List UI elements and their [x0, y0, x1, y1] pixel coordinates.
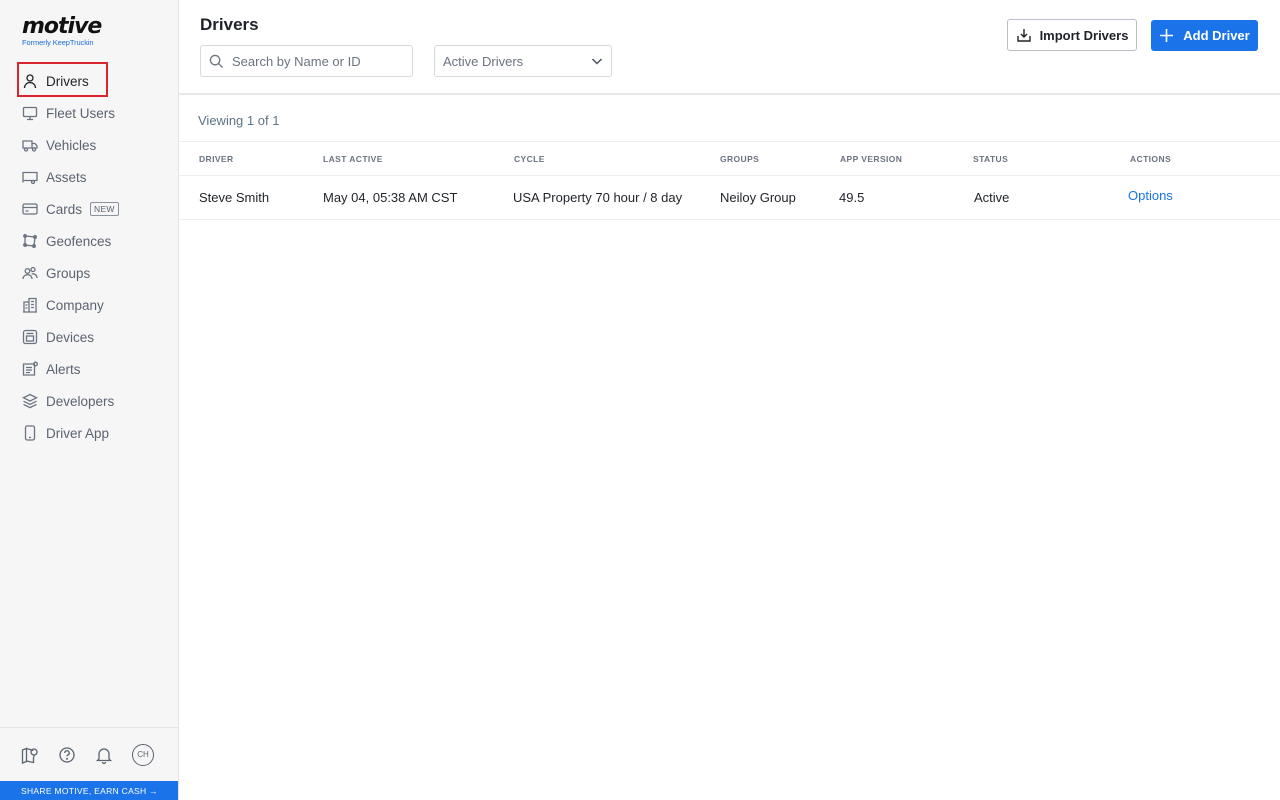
- sidebar-item-drivers[interactable]: Drivers: [0, 65, 178, 97]
- table-header: DRIVER LAST ACTIVE CYCLE GROUPS APP VERS…: [179, 141, 1280, 176]
- brand-logo[interactable]: motive Formerly KeepTruckin: [22, 14, 102, 48]
- plus-icon: [1160, 29, 1174, 42]
- new-badge: NEW: [90, 202, 119, 216]
- search-icon: [209, 54, 224, 68]
- sidebar-item-label: Drivers: [46, 73, 89, 89]
- last-active: May 04, 05:38 AM CST: [323, 190, 458, 205]
- column-header-groups[interactable]: GROUPS: [720, 154, 759, 164]
- sidebar-item-alerts[interactable]: Alerts: [0, 353, 178, 385]
- drivers-table: DRIVER LAST ACTIVE CYCLE GROUPS APP VERS…: [179, 141, 1280, 220]
- share-banner[interactable]: SHARE MOTIVE, EARN CASH →: [0, 781, 178, 800]
- chevron-down-icon: [591, 58, 603, 65]
- driver-filter-value: Active Drivers: [443, 53, 524, 69]
- sidebar-item-company[interactable]: Company: [0, 289, 178, 321]
- import-drivers-button[interactable]: Import Drivers: [1007, 19, 1137, 51]
- options-link[interactable]: Options: [1128, 188, 1173, 203]
- phone-icon: [22, 425, 38, 441]
- import-icon: [1016, 29, 1031, 42]
- add-driver-label: Add Driver: [1183, 28, 1250, 43]
- page-title: Drivers: [200, 15, 259, 34]
- sidebar-item-developers[interactable]: Developers: [0, 385, 178, 417]
- sidebar-nav: Drivers Fleet Users Vehicles Assets Card…: [0, 65, 178, 449]
- bell-icon[interactable]: [95, 746, 113, 764]
- avatar[interactable]: CH: [132, 743, 154, 766]
- search-box[interactable]: [200, 45, 413, 77]
- sidebar-item-devices[interactable]: Devices: [0, 321, 178, 353]
- sidebar-item-label: Fleet Users: [46, 105, 116, 121]
- sidebar-item-label: Company: [46, 297, 104, 313]
- sidebar: motive Formerly KeepTruckin Drivers Flee…: [0, 0, 179, 800]
- header-divider: [179, 93, 1280, 95]
- sidebar-item-driver-app[interactable]: Driver App: [0, 417, 178, 449]
- help-icon[interactable]: [58, 746, 76, 764]
- sidebar-item-label: Driver App: [46, 425, 110, 441]
- monitor-icon: [22, 105, 38, 121]
- column-header-actions: ACTIONS: [1130, 153, 1172, 164]
- sidebar-item-geofences[interactable]: Geofences: [0, 225, 178, 257]
- sidebar-item-label: Developers: [46, 393, 115, 409]
- brand-tagline: Formerly KeepTruckin: [22, 38, 94, 47]
- building-icon: [22, 297, 38, 313]
- column-header-app-version[interactable]: APP VERSION: [840, 154, 902, 164]
- geofence-icon: [22, 233, 38, 249]
- column-header-status[interactable]: STATUS: [973, 154, 1008, 164]
- brand-name: motive: [22, 14, 102, 39]
- sidebar-item-label: Geofences: [46, 233, 112, 249]
- sidebar-item-cards[interactable]: Cards NEW: [0, 193, 178, 225]
- app-version: 49.5: [839, 190, 865, 205]
- import-drivers-label: Import Drivers: [1039, 27, 1129, 43]
- device-icon: [22, 329, 38, 345]
- sidebar-item-label: Alerts: [46, 361, 81, 377]
- column-header-cycle[interactable]: CYCLE: [514, 154, 545, 164]
- alert-icon: [22, 361, 38, 377]
- cycle: USA Property 70 hour / 8 day: [513, 190, 683, 205]
- sidebar-item-fleet-users[interactable]: Fleet Users: [0, 97, 178, 129]
- sidebar-item-assets[interactable]: Assets: [0, 161, 178, 193]
- card-icon: [22, 201, 38, 217]
- search-input[interactable]: [232, 53, 402, 69]
- viewing-count: Viewing 1 of 1: [198, 113, 280, 128]
- map-pin-icon[interactable]: [21, 746, 39, 764]
- table-row[interactable]: Steve Smith May 04, 05:38 AM CST USA Pro…: [179, 176, 1280, 220]
- sidebar-item-label: Groups: [46, 265, 91, 281]
- driver-filter-select[interactable]: Active Drivers: [434, 45, 612, 77]
- person-icon: [22, 73, 38, 89]
- users-icon: [22, 265, 38, 281]
- trailer-icon: [22, 169, 38, 185]
- main-content: Drivers Active Drivers Import Drivers Ad…: [179, 0, 1280, 800]
- status: Active: [974, 190, 1010, 205]
- sidebar-item-vehicles[interactable]: Vehicles: [0, 129, 178, 161]
- groups: Neiloy Group: [720, 190, 796, 205]
- sidebar-item-groups[interactable]: Groups: [0, 257, 178, 289]
- sidebar-item-label: Devices: [46, 329, 95, 345]
- add-driver-button[interactable]: Add Driver: [1151, 20, 1258, 51]
- column-header-driver[interactable]: DRIVER: [199, 154, 234, 164]
- sidebar-item-label: Vehicles: [46, 137, 97, 153]
- driver-name[interactable]: Steve Smith: [199, 190, 269, 205]
- sidebar-footer: CH: [0, 727, 178, 781]
- column-header-last-active[interactable]: LAST ACTIVE: [323, 154, 383, 164]
- layers-icon: [22, 393, 38, 409]
- sidebar-item-label: Assets: [46, 169, 87, 185]
- truck-icon: [22, 137, 38, 153]
- sidebar-item-label: Cards: [46, 201, 83, 217]
